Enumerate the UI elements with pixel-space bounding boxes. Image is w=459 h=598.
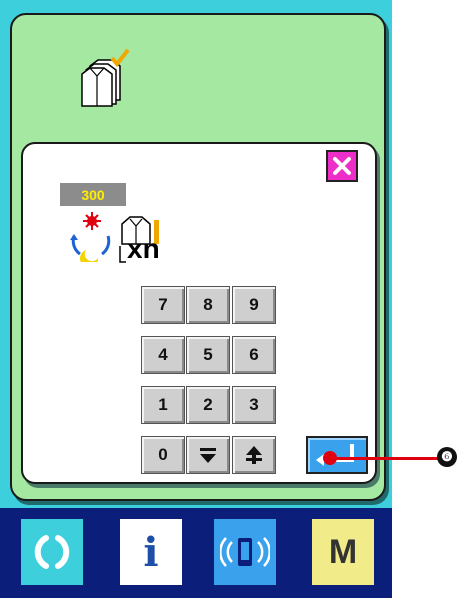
increment-button[interactable] xyxy=(232,436,276,474)
multiplier-label: xn xyxy=(127,233,160,264)
key-8[interactable]: 8 xyxy=(186,286,230,324)
key-1[interactable]: 1 xyxy=(141,386,185,424)
info-button[interactable]: i xyxy=(120,519,182,585)
key-9[interactable]: 9 xyxy=(232,286,276,324)
mode-icon: M xyxy=(328,532,358,571)
key-0[interactable]: 0 xyxy=(141,436,185,474)
key-4[interactable]: 4 xyxy=(141,336,185,374)
communication-button[interactable] xyxy=(214,519,276,585)
enter-button[interactable] xyxy=(306,436,368,474)
key-3[interactable]: 3 xyxy=(232,386,276,424)
ready-button[interactable] xyxy=(21,519,83,585)
info-icon: i xyxy=(143,528,159,576)
key-6[interactable]: 6 xyxy=(232,336,276,374)
shirt-stack-check-icon xyxy=(81,48,130,107)
key-5[interactable]: 5 xyxy=(186,336,230,374)
decrement-button[interactable] xyxy=(186,436,230,474)
decrement-icon xyxy=(200,448,216,463)
close-icon xyxy=(333,157,351,175)
screen: 300 xn 7 8 9 4 5 6 1 2 3 0 i M xyxy=(0,0,392,598)
cycle-icon xyxy=(70,212,111,262)
key-7[interactable]: 7 xyxy=(141,286,185,324)
callout-number: ❻ xyxy=(437,447,457,467)
increment-icon xyxy=(246,446,262,464)
ready-icon xyxy=(34,535,70,569)
enter-icon xyxy=(316,444,354,466)
key-2[interactable]: 2 xyxy=(186,386,230,424)
close-button[interactable] xyxy=(326,150,358,182)
mode-button[interactable]: M xyxy=(312,519,374,585)
callout-line xyxy=(330,457,438,460)
callout-dot xyxy=(323,451,337,465)
communication-icon xyxy=(220,537,270,567)
counter-value: 300 xyxy=(60,183,126,206)
